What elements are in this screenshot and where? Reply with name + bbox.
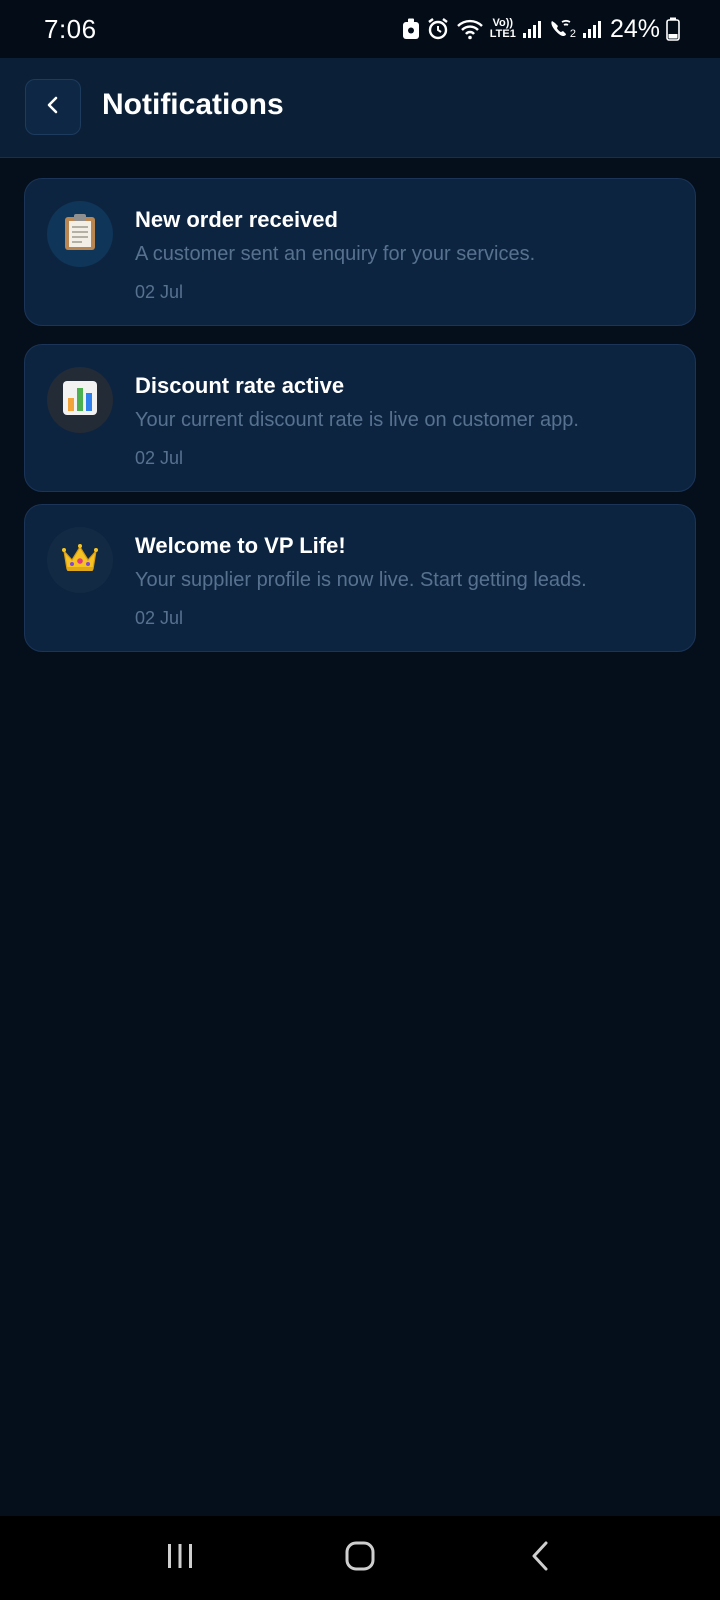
notification-card[interactable]: Discount rate active Your current discou…: [24, 344, 696, 492]
recents-icon: [165, 1542, 195, 1575]
status-time: 7:06: [44, 13, 97, 44]
notifications-screen: 7:06 Vo)) LTE1 2 24% Notifications New o…: [0, 0, 720, 1600]
home-button[interactable]: [320, 1528, 400, 1588]
notification-body: Your current discount rate is live on cu…: [135, 409, 579, 431]
notification-list: New order received A customer sent an en…: [24, 178, 696, 658]
chevron-left-icon: [43, 95, 63, 120]
notification-icon-container: [47, 527, 113, 593]
back-icon: [528, 1540, 552, 1577]
wifi-icon: [456, 18, 484, 40]
lock-app-icon: [402, 18, 420, 40]
lte-label: LTE1: [489, 28, 516, 40]
notification-body: A customer sent an enquiry for your serv…: [135, 243, 536, 265]
notification-title: Welcome to VP Life!: [135, 533, 346, 558]
alarm-icon: [426, 17, 450, 41]
notification-body: Your supplier profile is now live. Start…: [135, 569, 587, 591]
notification-card[interactable]: Welcome to VP Life! Your supplier profil…: [24, 504, 696, 652]
system-nav-bar: [0, 1516, 720, 1600]
sim2-label: 2: [569, 28, 576, 40]
crown-icon: [61, 543, 99, 578]
app-header: Notifications: [0, 58, 720, 158]
volte-icon: Vo)) LTE1: [490, 18, 516, 40]
notification-icon-container: [47, 201, 113, 267]
status-bar: 7:06 Vo)) LTE1 2 24%: [0, 0, 720, 58]
bar-chart-icon: [62, 380, 98, 421]
notification-date: 02 Jul: [135, 608, 184, 628]
signal-icon: [522, 19, 542, 39]
nav-back-button[interactable]: [500, 1528, 580, 1588]
home-icon: [344, 1540, 376, 1577]
notification-icon-container: [47, 367, 113, 433]
battery-icon: [666, 17, 680, 41]
wifi-calling-icon: 2: [548, 18, 576, 40]
notification-card[interactable]: New order received A customer sent an en…: [24, 178, 696, 326]
status-icons: Vo)) LTE1 2 24%: [402, 15, 680, 44]
notification-date: 02 Jul: [135, 282, 184, 302]
battery-percentage: 24%: [609, 14, 660, 43]
back-button[interactable]: [25, 79, 81, 135]
notification-title: New order received: [135, 207, 338, 232]
page-title: Notifications: [102, 88, 284, 121]
notification-title: Discount rate active: [135, 373, 345, 398]
recents-button[interactable]: [140, 1528, 220, 1588]
signal-icon-sim2: [582, 19, 602, 39]
clipboard-icon: [63, 213, 97, 256]
notification-date: 02 Jul: [135, 448, 184, 468]
